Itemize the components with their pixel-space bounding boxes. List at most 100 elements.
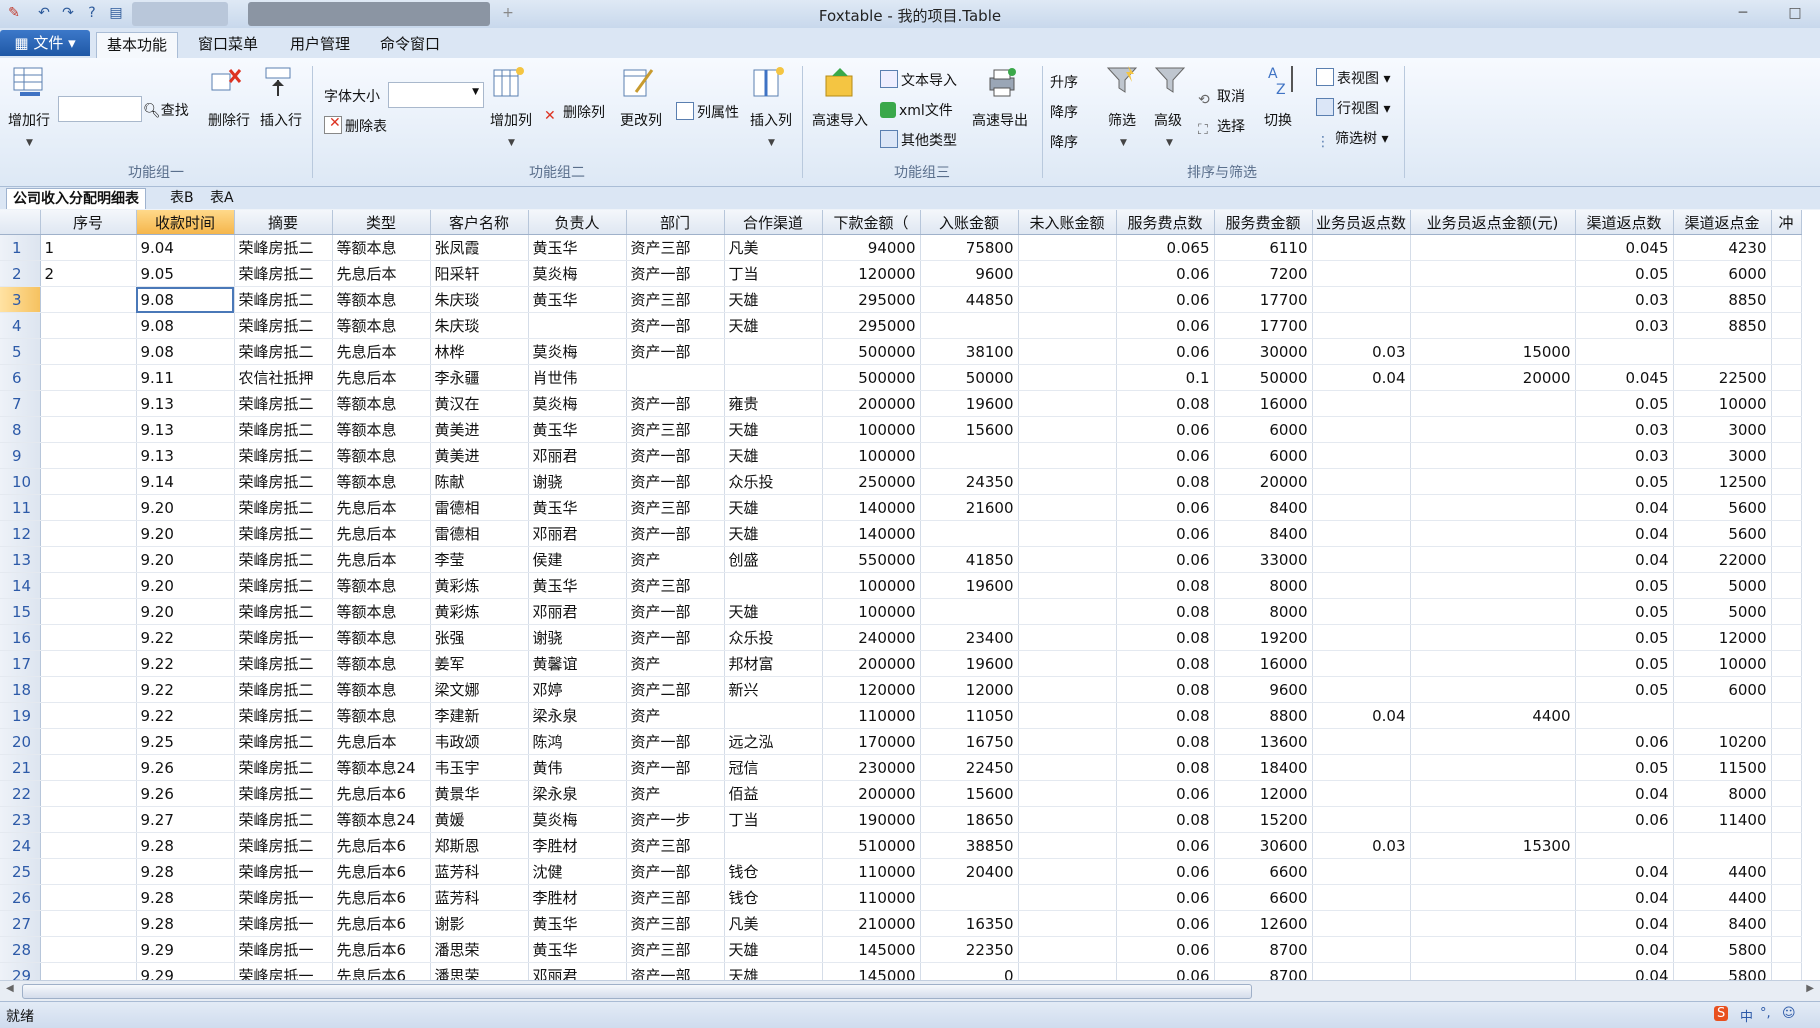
column-header[interactable]: 客户名称 (430, 210, 529, 235)
table-cell[interactable] (1018, 806, 1117, 833)
table-cell[interactable] (1771, 832, 1802, 859)
table-cell[interactable]: 0 (920, 962, 1019, 980)
table-cell[interactable] (40, 286, 137, 313)
column-header[interactable]: 部门 (626, 210, 725, 235)
table-cell[interactable]: 黄彩炼 (430, 598, 529, 625)
table-cell[interactable]: 0.1 (1116, 364, 1215, 391)
table-cell[interactable]: 9.13 (136, 390, 235, 417)
table-cell[interactable]: 资产一部 (626, 260, 725, 287)
table-cell[interactable]: 9.29 (136, 962, 235, 980)
table-cell[interactable] (1312, 598, 1411, 625)
table-cell[interactable]: 黄玉华 (528, 910, 627, 937)
table-row[interactable]: 25 9.28 荣峰房抵一 先息后本6 蓝芳科 沈健 资产一部 钱仓 110000 20400 0.… (0, 858, 1802, 885)
table-cell[interactable]: 10200 (1673, 728, 1772, 755)
table-cell[interactable] (528, 312, 627, 339)
table-row[interactable]: 17 9.22 荣峰房抵二 等额本息 姜军 黄馨谊 资产 邦材富 200000 19600 0.08… (0, 650, 1802, 677)
row-number[interactable]: 28 (0, 936, 41, 963)
table-cell[interactable]: 4230 (1673, 234, 1772, 261)
table-cell[interactable]: 资产 (626, 650, 725, 677)
table-row[interactable]: 13 9.20 荣峰房抵二 先息后本 李莹 侯建 资产 创盛 550000 41850 0.06 33… (0, 546, 1802, 573)
table-cell[interactable] (1018, 416, 1117, 443)
table-cell[interactable]: 资产 (626, 546, 725, 573)
table-cell[interactable]: 0.05 (1575, 598, 1674, 625)
table-cell[interactable] (1771, 234, 1802, 261)
column-header[interactable]: 冲 (1771, 210, 1802, 235)
table-cell[interactable]: 30600 (1214, 832, 1313, 859)
table-row[interactable]: 2 2 9.05 荣峰房抵二 先息后本 阳采轩 莫炎梅 资产一部 丁当 120000 9600 0.0… (0, 260, 1802, 287)
table-cell[interactable]: 5800 (1673, 936, 1772, 963)
table-cell[interactable]: 资产一部 (626, 624, 725, 651)
table-cell[interactable]: 9.26 (136, 754, 235, 781)
table-cell[interactable]: 100000 (822, 572, 921, 599)
table-cell[interactable] (1771, 806, 1802, 833)
tab-command-window[interactable]: 命令窗口 (370, 32, 450, 58)
table-cell[interactable]: 0.05 (1575, 260, 1674, 287)
table-cell[interactable] (1410, 260, 1576, 287)
table-cell[interactable] (1312, 546, 1411, 573)
table-cell[interactable] (1575, 702, 1674, 729)
table-cell[interactable]: 19600 (920, 390, 1019, 417)
row-number[interactable]: 19 (0, 702, 41, 729)
table-cell[interactable]: 38850 (920, 832, 1019, 859)
table-cell[interactable] (724, 702, 823, 729)
table-cell[interactable]: 资产三部 (626, 936, 725, 963)
table-cell[interactable]: 10000 (1673, 390, 1772, 417)
table-cell[interactable]: 凡美 (724, 910, 823, 937)
table-cell[interactable]: 荣峰房抵一 (234, 884, 333, 911)
table-cell[interactable]: 0.04 (1575, 494, 1674, 521)
table-cell[interactable]: 16750 (920, 728, 1019, 755)
table-cell[interactable]: 0.04 (1312, 702, 1411, 729)
row-number[interactable]: 16 (0, 624, 41, 651)
table-cell[interactable]: 先息后本 (332, 494, 431, 521)
table-cell[interactable]: 等额本息 (332, 598, 431, 625)
table-cell[interactable]: 资产一部 (626, 728, 725, 755)
insert-column-dropdown-icon[interactable]: ▼ (768, 138, 775, 148)
table-cell[interactable]: 100000 (822, 598, 921, 625)
table-cell[interactable] (1771, 390, 1802, 417)
table-cell[interactable]: 0.06 (1116, 858, 1215, 885)
table-cell[interactable] (1410, 936, 1576, 963)
table-cell[interactable]: 先息后本6 (332, 780, 431, 807)
table-cell[interactable]: 资产三部 (626, 832, 725, 859)
table-cell[interactable]: 2 (40, 260, 137, 287)
table-cell[interactable]: 8800 (1214, 702, 1313, 729)
table-cell[interactable]: 黄玉华 (528, 936, 627, 963)
table-cell[interactable]: 天雄 (724, 286, 823, 313)
table-cell[interactable]: 8400 (1214, 494, 1313, 521)
table-cell[interactable] (1312, 754, 1411, 781)
table-cell[interactable]: 荣峰房抵二 (234, 338, 333, 365)
table-cell[interactable]: 16000 (1214, 390, 1313, 417)
table-cell[interactable]: 荣峰房抵一 (234, 624, 333, 651)
table-cell[interactable]: 200000 (822, 780, 921, 807)
row-view-button[interactable]: 行视图 ▾ (1316, 98, 1390, 118)
table-cell[interactable] (40, 338, 137, 365)
table-cell[interactable] (40, 702, 137, 729)
table-cell[interactable]: 资产一部 (626, 338, 725, 365)
table-row[interactable]: 18 9.22 荣峰房抵二 等额本息 梁文娜 邓婷 资产二部 新兴 120000 12000 0.0… (0, 676, 1802, 703)
table-cell[interactable]: 10000 (1673, 650, 1772, 677)
table-cell[interactable]: 6110 (1214, 234, 1313, 261)
table-row[interactable]: 15 9.20 荣峰房抵二 等额本息 黄彩炼 邓丽君 资产一部 天雄 100000 0.08 800… (0, 598, 1802, 625)
table-cell[interactable]: 100000 (822, 442, 921, 469)
sheet-tab-main[interactable]: 公司收入分配明细表 (6, 188, 146, 209)
table-cell[interactable] (40, 390, 137, 417)
table-cell[interactable]: 20400 (920, 858, 1019, 885)
table-cell[interactable] (1771, 728, 1802, 755)
table-cell[interactable]: 12500 (1673, 468, 1772, 495)
search-button[interactable]: 🔍︎查找 (143, 100, 189, 120)
table-cell[interactable] (1410, 806, 1576, 833)
table-cell[interactable] (40, 442, 137, 469)
table-cell[interactable]: 8000 (1214, 572, 1313, 599)
table-cell[interactable] (1018, 598, 1117, 625)
search-input[interactable] (58, 96, 142, 122)
table-cell[interactable]: 15600 (920, 780, 1019, 807)
table-row[interactable]: 1 1 9.04 荣峰房抵二 等额本息 张凤霞 黄玉华 资产三部 凡美 94000 75800 0.0… (0, 234, 1802, 261)
table-cell[interactable] (1410, 520, 1576, 547)
table-cell[interactable]: 8700 (1214, 962, 1313, 980)
table-cell[interactable]: 等额本息 (332, 676, 431, 703)
table-cell[interactable]: 谢骁 (528, 624, 627, 651)
table-cell[interactable]: 荣峰房抵二 (234, 598, 333, 625)
table-cell[interactable]: 0.04 (1575, 520, 1674, 547)
table-cell[interactable]: 75800 (920, 234, 1019, 261)
table-cell[interactable]: 郑斯恩 (430, 832, 529, 859)
